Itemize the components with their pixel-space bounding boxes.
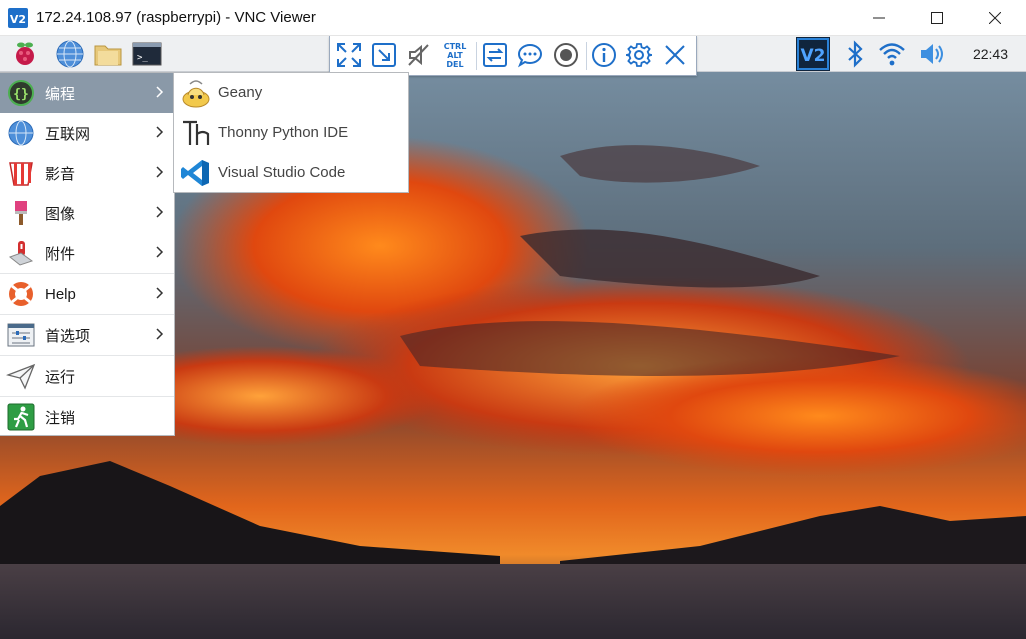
fullscreen-button[interactable] (332, 38, 366, 72)
vnc-logo-icon: V2 (8, 8, 28, 28)
vnc-toolbar: CTRL ALT DEL (329, 36, 697, 76)
audio-button[interactable] (402, 38, 436, 72)
menu-item-graphics[interactable]: 图像 (0, 193, 174, 233)
chevron-right-icon (156, 246, 164, 258)
maximize-icon (931, 12, 943, 24)
menu-item-label: 影音 (45, 165, 76, 183)
menu-item-sound-video[interactable]: 影音 (0, 153, 174, 193)
vnc-server-icon[interactable]: V2 (796, 37, 830, 71)
close-button[interactable] (966, 0, 1024, 36)
remote-desktop[interactable]: >_ V2 22:43 CTRL ALT DEL {} 编程 互联网 影音 图像… (0, 36, 1026, 639)
close-toolbar-icon (665, 45, 685, 65)
menu-item-help[interactable]: Help (0, 273, 174, 314)
menu-item-label: 注销 (45, 409, 76, 427)
menu-item-programming[interactable]: {} 编程 (0, 73, 174, 113)
settings-icon (626, 43, 652, 67)
chevron-right-icon (156, 206, 164, 218)
file-manager-icon[interactable] (93, 39, 123, 69)
chevron-right-icon (156, 328, 164, 340)
web-browser-icon[interactable] (55, 39, 85, 69)
chevron-right-icon (156, 166, 164, 178)
wifi-icon[interactable] (877, 39, 907, 69)
submenu-item-geany[interactable]: Geany (174, 73, 408, 113)
panel-clock[interactable]: 22:43 (973, 46, 1008, 62)
menu-item-label: 附件 (45, 245, 76, 263)
record-icon (554, 43, 578, 67)
ctrl-alt-del-button[interactable]: CTRL ALT DEL (438, 38, 472, 72)
menu-item-internet[interactable]: 互联网 (0, 113, 174, 153)
scale-icon (372, 43, 396, 67)
ctrl-alt-del-icon: CTRL ALT DEL (444, 42, 467, 69)
close-toolbar-button[interactable] (658, 38, 692, 72)
svg-text:V2: V2 (801, 46, 826, 66)
internet-icon (8, 120, 34, 146)
chevron-right-icon (156, 287, 164, 299)
window-title: 172.24.108.97 (raspberrypi) - VNC Viewer (36, 9, 316, 26)
svg-text:>_: >_ (137, 53, 148, 63)
file-transfer-icon (483, 43, 507, 67)
svg-text:{}: {} (13, 87, 29, 102)
chat-button[interactable] (513, 38, 547, 72)
vscode-icon (181, 160, 209, 186)
menu-item-label: 运行 (45, 368, 76, 386)
fullscreen-icon (337, 43, 361, 67)
logout-icon (7, 403, 35, 431)
menu-item-label: 图像 (45, 205, 76, 223)
menu-item-label: 互联网 (45, 125, 91, 143)
accessories-icon (8, 241, 34, 266)
toolbar-divider (476, 42, 477, 70)
geany-icon (182, 80, 210, 108)
window-title-bar: V2 172.24.108.97 (raspberrypi) - VNC Vie… (0, 0, 1026, 36)
submenu-item-thonny[interactable]: Thonny Python IDE (174, 113, 408, 153)
chevron-right-icon (156, 126, 164, 138)
submenu-item-label: Thonny Python IDE (218, 124, 349, 141)
menu-item-logout[interactable]: 注销 (0, 396, 174, 437)
submenu-item-label: Geany (218, 84, 263, 101)
info-icon (592, 43, 616, 67)
graphics-icon (15, 201, 27, 225)
menu-item-preferences[interactable]: 首选项 (0, 314, 174, 355)
settings-button[interactable] (622, 38, 656, 72)
raspberry-menu-icon[interactable] (10, 39, 40, 69)
file-transfer-button[interactable] (478, 38, 512, 72)
sound-video-icon (9, 162, 33, 186)
menu-item-label: 首选项 (45, 327, 91, 345)
minimize-icon (873, 17, 885, 19)
help-icon (9, 282, 33, 306)
info-button[interactable] (587, 38, 621, 72)
menu-item-label: 编程 (45, 85, 76, 103)
volume-icon[interactable] (917, 39, 947, 69)
menu-item-accessories[interactable]: 附件 (0, 233, 174, 273)
bluetooth-icon[interactable] (840, 39, 870, 69)
svg-text:V2: V2 (10, 13, 26, 26)
programming-icon: {} (8, 80, 34, 106)
menu-item-label: Help (45, 285, 76, 303)
ctrl-label: CTRL (444, 42, 467, 51)
submenu-item-vscode[interactable]: Visual Studio Code (174, 153, 408, 193)
scale-button[interactable] (367, 38, 401, 72)
record-button[interactable] (549, 38, 583, 72)
minimize-button[interactable] (850, 0, 908, 36)
terminal-icon[interactable]: >_ (132, 39, 162, 69)
chat-icon (517, 43, 543, 68)
del-label: DEL (446, 60, 463, 69)
alt-label: ALT (447, 51, 463, 60)
start-menu: {} 编程 互联网 影音 图像 附件 Help 首选项 运行 注销 (0, 72, 175, 436)
close-icon (989, 12, 1001, 24)
chevron-right-icon (156, 86, 164, 98)
maximize-button[interactable] (908, 0, 966, 36)
run-icon (6, 363, 36, 390)
thonny-icon (183, 120, 210, 145)
menu-item-run[interactable]: 运行 (0, 355, 174, 396)
preferences-icon (7, 323, 35, 347)
audio-muted-icon (408, 44, 429, 66)
submenu-item-label: Visual Studio Code (218, 164, 346, 181)
programming-submenu: Geany Thonny Python IDE Visual Studio Co… (173, 72, 409, 193)
